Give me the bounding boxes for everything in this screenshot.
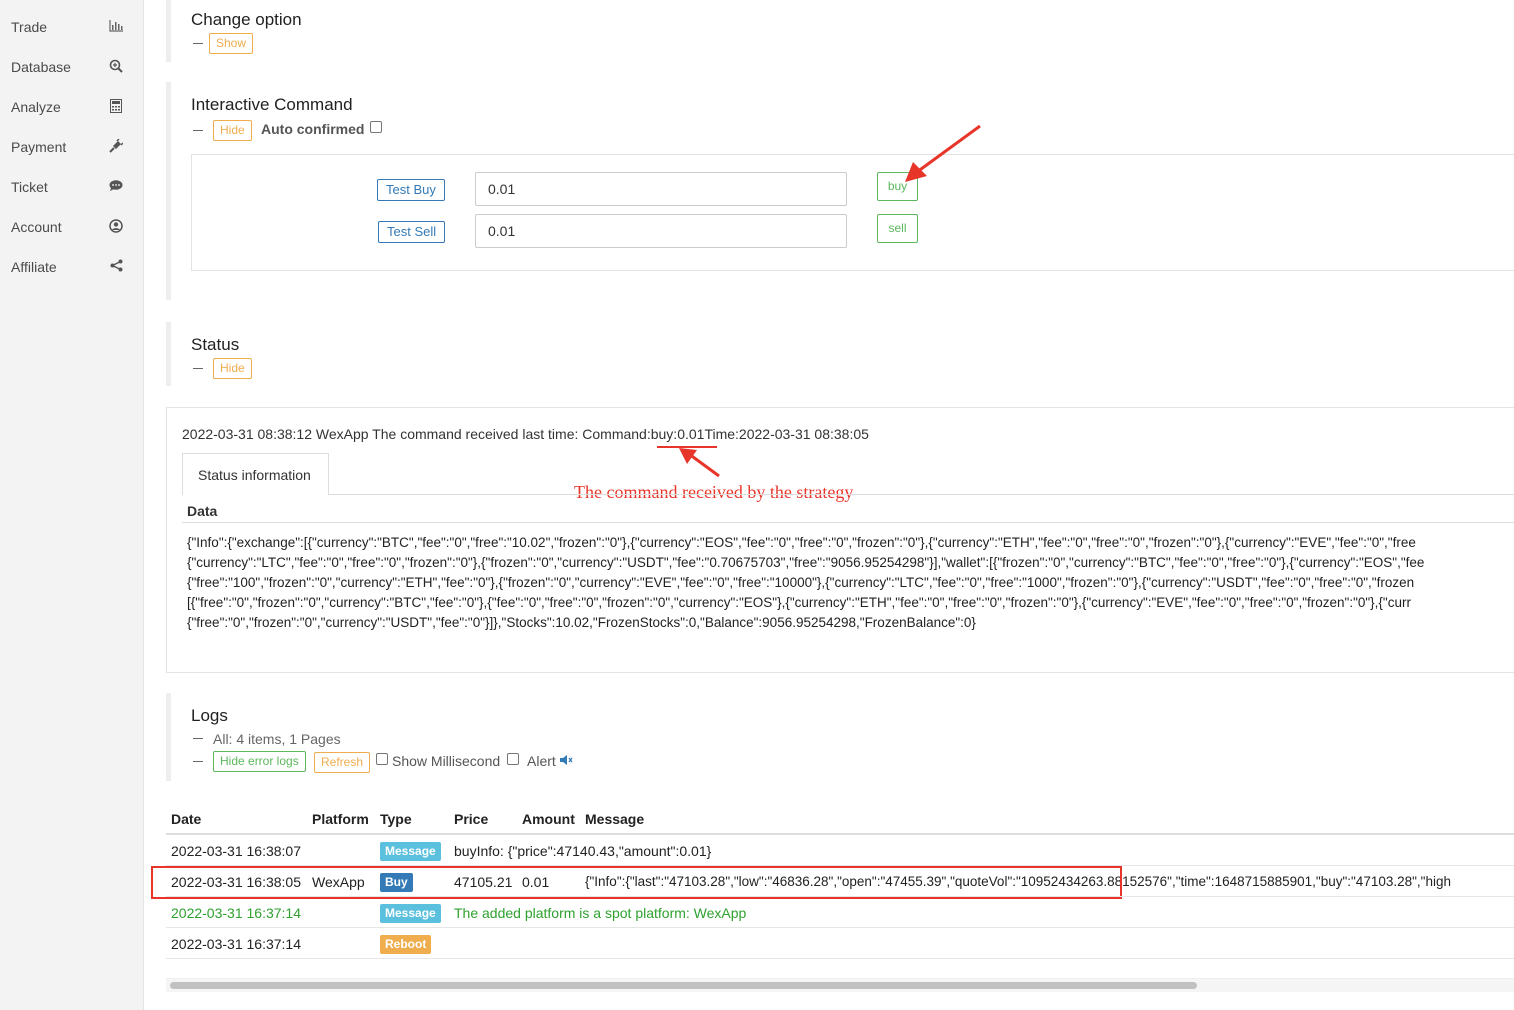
logs-title: Logs bbox=[191, 706, 228, 725]
collapse-dash bbox=[193, 130, 203, 131]
refresh-button[interactable]: Refresh bbox=[314, 752, 371, 773]
status-data-line: {"currency":"LTC","fee":"0","free":"0","… bbox=[187, 555, 1425, 570]
log-message: The added platform is a spot platform: W… bbox=[454, 905, 747, 921]
sidebar-item-label: Affiliate bbox=[11, 259, 57, 275]
divider bbox=[166, 833, 1514, 835]
section-divider bbox=[166, 693, 171, 781]
divider bbox=[182, 522, 1514, 523]
log-date: 2022-03-31 16:37:14 bbox=[171, 905, 301, 921]
volume-mute-icon[interactable] bbox=[559, 754, 573, 766]
annotation-text: The command received by the strategy bbox=[574, 482, 854, 502]
show-millisecond-checkbox[interactable] bbox=[376, 753, 388, 765]
collapse-dash bbox=[193, 738, 203, 739]
hide-error-logs-button[interactable]: Hide error logs bbox=[213, 751, 306, 772]
user-circle-icon bbox=[107, 218, 125, 236]
section-divider bbox=[166, 0, 171, 62]
test-sell-input[interactable]: 0.01 bbox=[475, 214, 847, 248]
sidebar-item-label: Analyze bbox=[11, 99, 61, 115]
column-header-message: Message bbox=[585, 811, 645, 827]
change-option-show-button[interactable]: Show bbox=[209, 33, 254, 54]
auto-confirmed-checkbox[interactable] bbox=[370, 121, 382, 133]
auto-confirmed-label: Auto confirmed bbox=[261, 121, 365, 137]
sidebar-item-affiliate[interactable]: Affiliate bbox=[0, 247, 144, 287]
sidebar-item-account[interactable]: Account bbox=[0, 207, 144, 247]
status-title: Status bbox=[191, 335, 240, 354]
sell-button[interactable]: sell bbox=[877, 214, 918, 243]
sidebar-item-label: Database bbox=[11, 59, 71, 75]
sidebar-item-trade[interactable]: Trade bbox=[0, 7, 144, 47]
change-option-title: Change option bbox=[191, 10, 302, 29]
column-header-amount: Amount bbox=[522, 811, 575, 827]
divider bbox=[166, 927, 1514, 928]
alert-checkbox[interactable] bbox=[507, 753, 519, 765]
sidebar-item-analyze[interactable]: Analyze bbox=[0, 87, 144, 127]
log-message: buyInfo: {"price":47140.43,"amount":0.01… bbox=[454, 843, 712, 859]
data-column-header: Data bbox=[187, 503, 218, 519]
annotation-highlight-box bbox=[151, 866, 1122, 899]
collapse-dash bbox=[193, 368, 203, 369]
test-sell-button[interactable]: Test Sell bbox=[378, 221, 446, 243]
column-header-platform: Platform bbox=[312, 811, 369, 827]
type-badge-message: Message bbox=[380, 904, 441, 923]
sidebar-item-label: Trade bbox=[11, 19, 48, 35]
status-data-line: {"free":"0","frozen":"0","currency":"USD… bbox=[187, 615, 976, 630]
column-header-date: Date bbox=[171, 811, 202, 827]
sidebar-item-label: Ticket bbox=[11, 179, 48, 195]
interactive-command-title: Interactive Command bbox=[191, 95, 353, 114]
log-date: 2022-03-31 16:38:07 bbox=[171, 843, 301, 859]
comment-icon bbox=[107, 179, 125, 195]
calculator-icon bbox=[107, 98, 125, 116]
interactive-hide-button[interactable]: Hide bbox=[213, 120, 252, 141]
divider bbox=[166, 958, 1514, 959]
sidebar-item-ticket[interactable]: Ticket bbox=[0, 167, 144, 207]
test-buy-input[interactable]: 0.01 bbox=[475, 172, 847, 206]
type-badge-message: Message bbox=[380, 842, 441, 861]
section-divider bbox=[166, 322, 171, 386]
command-panel bbox=[191, 154, 1514, 271]
sidebar-item-payment[interactable]: Payment bbox=[0, 127, 144, 167]
status-data-line: {"Info":{"exchange":[{"currency":"BTC","… bbox=[187, 535, 1416, 550]
column-header-price: Price bbox=[454, 811, 489, 827]
logs-summary: All: 4 items, 1 Pages bbox=[213, 731, 341, 747]
status-hide-button[interactable]: Hide bbox=[213, 358, 252, 379]
test-buy-button[interactable]: Test Buy bbox=[377, 179, 445, 201]
zoom-in-icon bbox=[107, 59, 125, 76]
tab-underline bbox=[329, 494, 1514, 495]
status-data-line: {"free":"100","frozen":"0","currency":"E… bbox=[187, 575, 1415, 590]
sidebar-item-label: Account bbox=[11, 219, 62, 235]
tab-label: Status information bbox=[198, 467, 311, 483]
sidebar: Trade Database Analyze Payment Ticket Ac… bbox=[0, 0, 144, 1010]
annotation-arrow-icon bbox=[679, 448, 720, 478]
section-divider bbox=[166, 82, 171, 300]
bar-chart-icon bbox=[107, 19, 125, 35]
show-millisecond-label: Show Millisecond bbox=[392, 753, 501, 769]
status-data-line: [{"free":"0","frozen":"0","currency":"BT… bbox=[187, 595, 1411, 610]
collapse-dash bbox=[193, 43, 203, 44]
divider bbox=[166, 896, 1514, 897]
sidebar-item-database[interactable]: Database bbox=[0, 47, 144, 87]
status-command-line: 2022-03-31 08:38:12 WexApp The command r… bbox=[182, 426, 869, 442]
log-date: 2022-03-31 16:37:14 bbox=[171, 936, 301, 952]
annotation-arrow-icon bbox=[905, 124, 981, 182]
collapse-dash bbox=[193, 761, 203, 762]
alert-label: Alert bbox=[527, 753, 556, 769]
plug-icon bbox=[107, 137, 125, 156]
column-header-type: Type bbox=[380, 811, 412, 827]
horizontal-scrollbar-thumb[interactable] bbox=[170, 982, 1197, 989]
type-badge-reboot: Reboot bbox=[380, 935, 432, 954]
sidebar-item-label: Payment bbox=[11, 139, 67, 155]
share-icon bbox=[107, 259, 125, 275]
